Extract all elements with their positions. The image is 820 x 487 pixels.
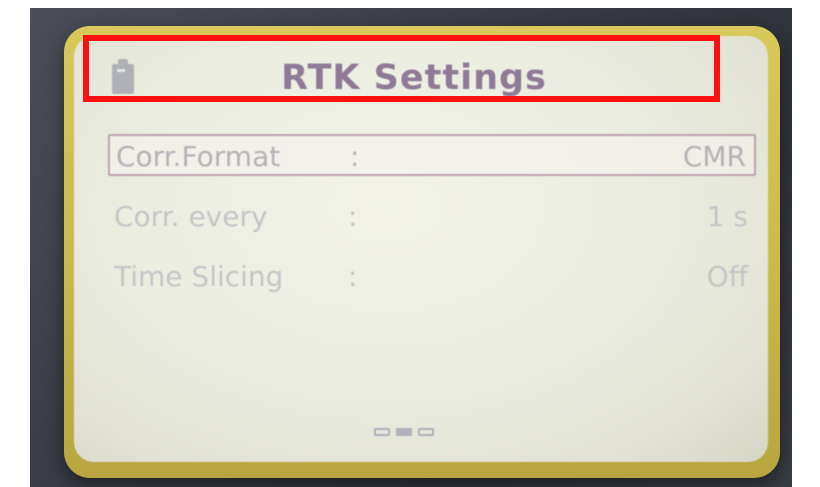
setting-row-time-slicing[interactable]: Time Slicing : Off (108, 256, 756, 298)
setting-value: CMR (682, 140, 746, 173)
setting-separator: : (348, 200, 358, 233)
setting-label: Time Slicing (114, 260, 284, 293)
setting-row-corr-format[interactable]: Corr.Format : CMR (108, 134, 756, 176)
setting-label: Corr. every (114, 200, 268, 233)
setting-label: Corr.Format (116, 140, 281, 173)
page-indicator (374, 426, 454, 440)
screen-bezel: RTK Settings Corr.Format : CMR Corr. eve… (64, 26, 780, 478)
setting-row-corr-every[interactable]: Corr. every : 1 s (108, 196, 756, 238)
setting-value: 1 s (706, 200, 748, 233)
page-dot-1 (374, 428, 390, 436)
setting-separator: : (348, 260, 358, 293)
page-title: RTK Settings (281, 58, 547, 98)
device-photo: RTK Settings Corr.Format : CMR Corr. eve… (30, 8, 792, 487)
page-dot-2 (396, 428, 412, 436)
page-dot-3 (418, 428, 434, 436)
setting-value: Off (706, 260, 748, 293)
lcd-screen: RTK Settings Corr.Format : CMR Corr. eve… (74, 36, 768, 462)
setting-separator: : (350, 140, 360, 173)
title-bar: RTK Settings (84, 50, 744, 112)
